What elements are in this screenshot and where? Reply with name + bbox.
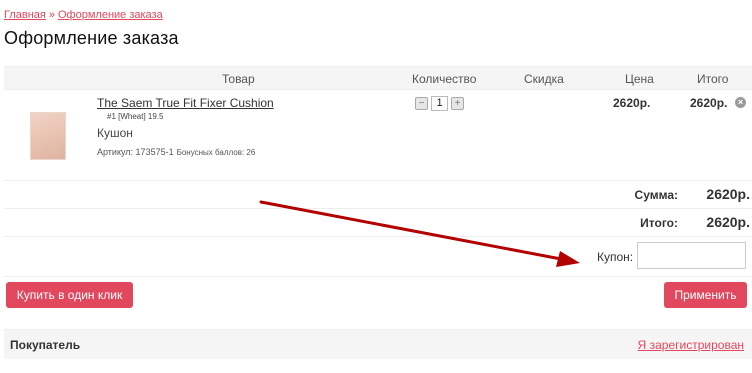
quantity-stepper: − 1 + (415, 96, 464, 111)
item-total: 2620р. (690, 96, 728, 110)
total-row: Итого: 2620р. (4, 209, 752, 237)
sum-row: Сумма: 2620р. (4, 181, 752, 209)
header-quantity: Количество (412, 72, 477, 86)
buy-one-click-button[interactable]: Купить в один клик (6, 282, 133, 308)
item-price: 2620р. (613, 96, 651, 110)
header-price: Цена (625, 72, 654, 86)
page-title: Оформление заказа (4, 28, 179, 48)
coupon-label: Купон: (597, 250, 634, 264)
total-label: Итого: (640, 216, 678, 230)
header-total: Итого (697, 72, 729, 86)
sum-label: Сумма: (634, 188, 678, 202)
breadcrumb-separator: » (48, 9, 55, 21)
breadcrumb: Главная» Оформление заказа (4, 9, 163, 21)
header-product: Товар (222, 72, 255, 86)
coupon-row: Купон: (4, 237, 752, 277)
quantity-decrease-button[interactable]: − (415, 97, 428, 110)
product-article: Артикул: 173575-1 (97, 147, 174, 157)
remove-item-icon[interactable]: × (735, 97, 746, 108)
quantity-input[interactable]: 1 (431, 96, 448, 111)
product-bonus: Бонусных баллов: 26 (176, 148, 256, 157)
product-image[interactable] (30, 112, 66, 160)
product-name-link[interactable]: The Saem True Fit Fixer Cushion (97, 96, 274, 110)
sum-value: 2620р. (706, 186, 750, 202)
buyer-section: Покупатель Я зарегистрирован (4, 329, 752, 359)
already-registered-link[interactable]: Я зарегистрирован (638, 338, 744, 352)
cart-table-header: Товар Количество Скидка Цена Итого (4, 66, 752, 90)
cart-table: Товар Количество Скидка Цена Итого The S… (4, 66, 752, 277)
total-value: 2620р. (706, 214, 750, 230)
product-type: Кушон (97, 126, 133, 140)
quantity-increase-button[interactable]: + (451, 97, 464, 110)
breadcrumb-home-link[interactable]: Главная (4, 9, 46, 21)
coupon-input[interactable] (637, 242, 746, 269)
cart-item-row: The Saem True Fit Fixer Cushion #1 [Whea… (4, 90, 752, 181)
breadcrumb-current-link[interactable]: Оформление заказа (58, 9, 163, 21)
buyer-section-title: Покупатель (10, 338, 81, 352)
header-discount: Скидка (524, 72, 564, 86)
product-variant: #1 [Wheat] 19.5 (107, 112, 164, 121)
apply-coupon-button[interactable]: Применить (664, 282, 747, 308)
product-meta: Артикул: 173575-1 Бонусных баллов: 26 (97, 147, 255, 157)
